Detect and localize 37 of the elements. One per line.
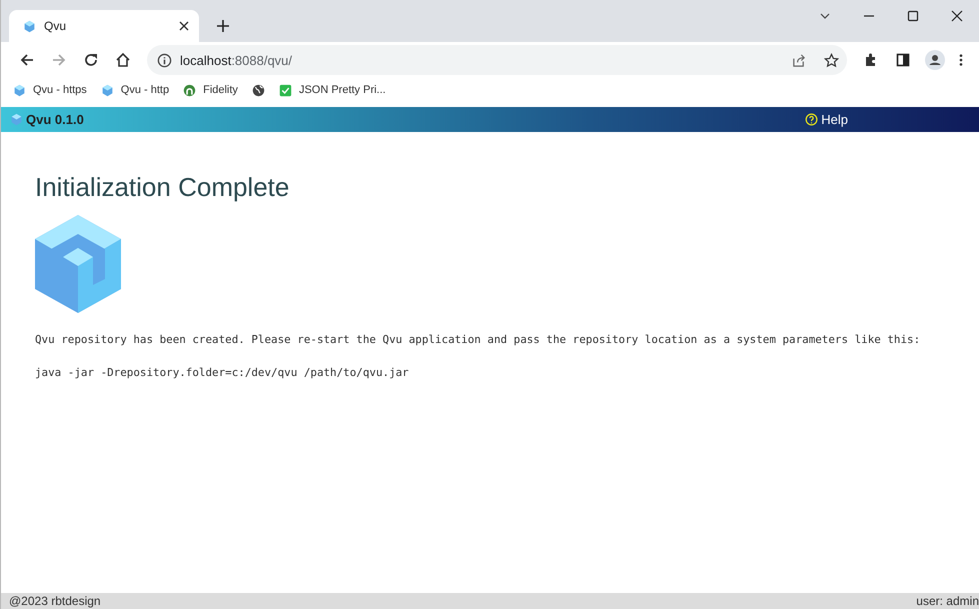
arch-icon bbox=[183, 84, 196, 96]
cube-icon bbox=[10, 113, 23, 126]
close-icon[interactable] bbox=[179, 21, 189, 31]
bookmark[interactable]: Qvu - http bbox=[100, 84, 170, 96]
checkbox-icon bbox=[278, 84, 292, 96]
bookmark[interactable]: Fidelity bbox=[183, 84, 238, 96]
command-text: java -jar -Drepository.folder=c:/dev/qvu /path/to/qvu.jar bbox=[35, 366, 410, 379]
cube-icon bbox=[100, 84, 114, 96]
globe-icon bbox=[252, 84, 265, 96]
side-panel-icon[interactable] bbox=[895, 52, 911, 68]
share-icon[interactable] bbox=[791, 52, 806, 68]
close-icon[interactable] bbox=[951, 10, 963, 22]
address-bar[interactable]: localhost:8088/qvu/ bbox=[147, 45, 847, 75]
help-link[interactable]: Help bbox=[805, 112, 848, 127]
help-icon bbox=[805, 113, 818, 126]
page-heading: Initialization Complete bbox=[35, 172, 290, 203]
copyright-text: @2023 rbtdesign bbox=[9, 594, 101, 608]
home-icon[interactable] bbox=[115, 52, 131, 68]
maximize-icon[interactable] bbox=[907, 10, 919, 22]
bookmark[interactable] bbox=[252, 84, 265, 96]
back-icon[interactable] bbox=[19, 52, 35, 68]
profile-icon[interactable] bbox=[925, 50, 945, 70]
user-text: user: admin bbox=[916, 594, 979, 608]
browser-tab[interactable]: Qvu bbox=[9, 10, 199, 42]
cube-icon bbox=[23, 20, 36, 32]
reload-icon[interactable] bbox=[83, 52, 99, 68]
menu-icon[interactable] bbox=[959, 53, 963, 67]
tab-title: Qvu bbox=[44, 19, 68, 33]
bookmark[interactable]: JSON Pretty Pri... bbox=[278, 84, 386, 96]
new-tab-icon[interactable] bbox=[217, 20, 229, 32]
star-icon[interactable] bbox=[824, 52, 839, 68]
logo-icon bbox=[35, 215, 121, 313]
info-icon bbox=[157, 52, 172, 68]
message-text: Qvu repository has been created. Please re-start the Qvu application and pass the repository location as a system parameters like this: bbox=[35, 333, 922, 346]
app-title: Qvu 0.1.0 bbox=[26, 112, 84, 127]
bookmark[interactable]: Qvu - https bbox=[13, 84, 87, 96]
cube-icon bbox=[13, 84, 26, 96]
